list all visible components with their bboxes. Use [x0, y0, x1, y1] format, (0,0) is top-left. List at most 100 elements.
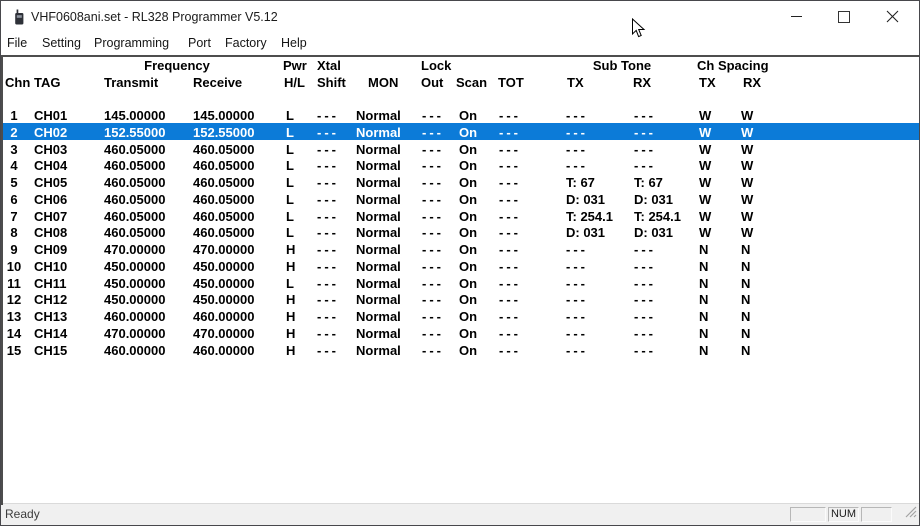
cell-tag: CH06: [34, 192, 67, 207]
cell-sp_rx: W: [741, 225, 753, 240]
col-header-shift: Shift: [317, 75, 346, 90]
table-row[interactable]: 6CH06460.05000460.05000L---Normal---On--…: [1, 190, 920, 207]
cell-mon: Normal: [356, 142, 401, 157]
col-header-scan: Scan: [456, 75, 487, 90]
col-group-subtone: Sub Tone: [567, 58, 677, 73]
cell-sub_rx: ---: [634, 125, 656, 140]
cell-tag: CH02: [34, 125, 67, 140]
cell-mon: Normal: [356, 292, 401, 307]
table-row[interactable]: 8CH08460.05000460.05000L---Normal---On--…: [1, 223, 920, 240]
cell-sp_tx: N: [699, 309, 708, 324]
table-row[interactable]: 9CH09470.00000470.00000H---Normal---On--…: [1, 240, 920, 257]
cell-pwr: H: [286, 259, 295, 274]
minimize-button[interactable]: [772, 1, 820, 32]
col-header-chn: Chn: [5, 75, 30, 90]
table-row[interactable]: 14CH14470.00000470.00000H---Normal---On-…: [1, 324, 920, 341]
close-icon: [886, 10, 899, 23]
table-row[interactable]: 10CH10450.00000450.00000H---Normal---On-…: [1, 257, 920, 274]
menu-port[interactable]: Port: [188, 36, 211, 50]
cell-pwr: L: [286, 192, 294, 207]
menu-factory[interactable]: Factory: [225, 36, 267, 50]
menu-file[interactable]: File: [7, 36, 27, 50]
cell-chn: 9: [4, 242, 24, 257]
cell-sp_tx: N: [699, 242, 708, 257]
cell-pwr: L: [286, 142, 294, 157]
cell-scan: On: [459, 276, 477, 291]
cell-tag: CH13: [34, 309, 67, 324]
cell-pwr: L: [286, 225, 294, 240]
cell-mon: Normal: [356, 175, 401, 190]
cell-out: ---: [422, 326, 444, 341]
cell-sub_tx: ---: [566, 343, 588, 358]
close-button[interactable]: [868, 1, 916, 32]
cell-out: ---: [422, 309, 444, 324]
cell-sp_rx: W: [741, 175, 753, 190]
cell-scan: On: [459, 292, 477, 307]
table-row[interactable]: 2CH02152.55000152.55000L---Normal---On--…: [1, 123, 920, 140]
table-row[interactable]: 13CH13460.00000460.00000H---Normal---On-…: [1, 307, 920, 324]
resize-grip-icon[interactable]: [904, 505, 917, 523]
cell-chn: 7: [4, 209, 24, 224]
cell-sub_tx: D: 031: [566, 192, 605, 207]
cell-sp_tx: W: [699, 192, 711, 207]
table-row[interactable]: 15CH15460.00000460.00000H---Normal---On-…: [1, 341, 920, 358]
col-group-chspacing: Ch Spacing: [697, 58, 769, 73]
cell-sp_tx: N: [699, 343, 708, 358]
cell-sub_rx: ---: [634, 158, 656, 173]
title-bar: VHF0608ani.set - RL328 Programmer V5.12: [1, 1, 919, 33]
menu-help[interactable]: Help: [281, 36, 307, 50]
cell-shift: ---: [317, 225, 339, 240]
cell-sub_rx: ---: [634, 142, 656, 157]
maximize-button[interactable]: [820, 1, 868, 32]
cell-transmit: 460.05000: [104, 142, 165, 157]
cell-sp_tx: W: [699, 209, 711, 224]
cell-transmit: 460.00000: [104, 309, 165, 324]
cell-sub_rx: ---: [634, 276, 656, 291]
menu-setting[interactable]: Setting: [42, 36, 81, 50]
cell-transmit: 460.05000: [104, 175, 165, 190]
cell-out: ---: [422, 259, 444, 274]
cell-transmit: 450.00000: [104, 292, 165, 307]
cell-tot: ---: [499, 326, 521, 341]
cell-out: ---: [422, 343, 444, 358]
table-row[interactable]: 5CH05460.05000460.05000L---Normal---On--…: [1, 173, 920, 190]
cell-sp_rx: N: [741, 292, 750, 307]
status-pane-2: [861, 507, 892, 522]
cell-chn: 13: [4, 309, 24, 324]
col-group-frequency: Frequency: [104, 58, 250, 73]
table-row[interactable]: 11CH11450.00000450.00000L---Normal---On-…: [1, 274, 920, 291]
cell-pwr: L: [286, 108, 294, 123]
cell-mon: Normal: [356, 125, 401, 140]
cell-sp_rx: W: [741, 192, 753, 207]
cell-tot: ---: [499, 175, 521, 190]
cell-out: ---: [422, 192, 444, 207]
cell-out: ---: [422, 225, 444, 240]
menu-programming[interactable]: Programming: [94, 36, 169, 50]
cell-transmit: 450.00000: [104, 276, 165, 291]
cell-mon: Normal: [356, 209, 401, 224]
radio-icon: [12, 9, 27, 25]
cell-pwr: L: [286, 276, 294, 291]
cell-pwr: H: [286, 309, 295, 324]
cell-sub_tx: ---: [566, 108, 588, 123]
col-header-transmit: Transmit: [104, 75, 158, 90]
cell-tot: ---: [499, 225, 521, 240]
table-row[interactable]: 3CH03460.05000460.05000L---Normal---On--…: [1, 140, 920, 157]
cell-sp_tx: N: [699, 292, 708, 307]
cell-pwr: H: [286, 326, 295, 341]
table-row[interactable]: 12CH12450.00000450.00000H---Normal---On-…: [1, 290, 920, 307]
cell-sp_tx: N: [699, 276, 708, 291]
cell-transmit: 460.00000: [104, 343, 165, 358]
cell-receive: 152.55000: [193, 125, 254, 140]
cell-receive: 145.00000: [193, 108, 254, 123]
table-row[interactable]: 7CH07460.05000460.05000L---Normal---On--…: [1, 207, 920, 224]
table-row[interactable]: 4CH04460.05000460.05000L---Normal---On--…: [1, 156, 920, 173]
cell-out: ---: [422, 158, 444, 173]
col-header-receive: Receive: [193, 75, 242, 90]
cell-out: ---: [422, 142, 444, 157]
table-row[interactable]: 1CH01145.00000145.00000L---Normal---On--…: [1, 106, 920, 123]
cell-tot: ---: [499, 108, 521, 123]
cell-scan: On: [459, 175, 477, 190]
cell-receive: 450.00000: [193, 259, 254, 274]
cell-sp_tx: W: [699, 125, 711, 140]
